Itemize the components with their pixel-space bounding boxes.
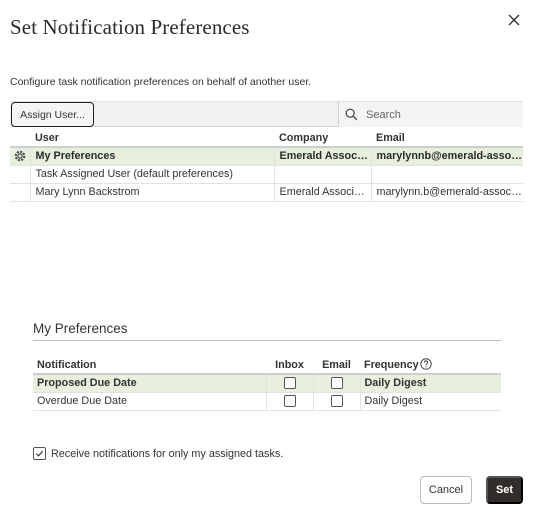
users-header-row: User Company Email — [10, 129, 523, 148]
column-header-company[interactable]: Company — [274, 129, 371, 148]
table-row[interactable]: Mary Lynn Backstrom Emerald Associates m… — [10, 183, 523, 202]
preferences-table: Notification Inbox Email Frequency Propo… — [33, 356, 501, 411]
column-header-user[interactable]: User — [30, 129, 274, 148]
inbox-checkbox[interactable] — [283, 395, 296, 408]
gear-icon — [14, 150, 26, 162]
row-icon-cell — [10, 165, 30, 184]
table-row[interactable]: Overdue Due Date Daily Digest — [33, 392, 501, 411]
dialog-title: Set Notification Preferences — [10, 15, 250, 39]
inbox-cell — [265, 374, 313, 393]
company-cell: Emerald Associates — [273, 147, 371, 166]
email-cell: marylynnb@emerald-associates.com — [370, 147, 523, 166]
email-cell: marylynn.b@emerald-associates.com — [370, 183, 523, 202]
preferences-header-row: Notification Inbox Email Frequency — [33, 356, 501, 375]
column-header-notification: Notification — [33, 356, 266, 375]
notification-cell: Proposed Due Date — [33, 374, 266, 393]
only-assigned-checkbox[interactable] — [33, 447, 46, 460]
table-row[interactable]: Proposed Due Date Daily Digest — [33, 374, 501, 393]
email-checkbox[interactable] — [330, 377, 343, 390]
set-button[interactable]: Set — [486, 476, 523, 504]
checkmark-icon — [35, 450, 44, 457]
frequency-cell[interactable]: Daily Digest — [359, 374, 501, 393]
search-box[interactable] — [338, 102, 523, 127]
notification-cell: Overdue Due Date — [33, 392, 266, 411]
close-button[interactable] — [505, 10, 523, 30]
table-row[interactable]: Task Assigned User (default preferences) — [10, 165, 523, 184]
user-cell: My Preferences — [29, 147, 274, 166]
users-table: User Company Email My Preferences Emeral… — [10, 129, 523, 202]
only-assigned-label: Receive notifications for only my assign… — [51, 447, 284, 460]
search-icon — [345, 108, 359, 122]
frequency-header-label: Frequency — [364, 359, 419, 371]
dialog-description: Configure task notification preferences … — [10, 76, 312, 88]
assign-user-button[interactable]: Assign User... — [11, 102, 94, 127]
column-header-email[interactable]: Email — [371, 129, 523, 148]
email-cell — [312, 392, 360, 411]
preferences-section-title: My Preferences — [33, 321, 128, 336]
frequency-cell[interactable]: Daily Digest — [359, 392, 501, 411]
table-row[interactable]: My Preferences Emerald Associates maryly… — [10, 147, 523, 166]
column-header-inbox: Inbox — [266, 356, 313, 375]
user-cell: Task Assigned User (default preferences) — [29, 165, 274, 184]
section-divider — [33, 340, 501, 341]
users-toolbar: Assign User... — [10, 101, 523, 127]
row-icon-cell — [10, 147, 30, 166]
column-header-email: Email — [313, 356, 360, 375]
email-cell — [370, 165, 523, 184]
user-cell: Mary Lynn Backstrom — [29, 183, 274, 202]
only-assigned-option: Receive notifications for only my assign… — [33, 447, 283, 460]
inbox-checkbox[interactable] — [283, 377, 296, 390]
company-cell: Emerald Associates — [273, 183, 371, 202]
email-cell — [312, 374, 360, 393]
icon-column-header — [10, 129, 30, 148]
help-icon[interactable] — [419, 358, 432, 370]
inbox-cell — [265, 392, 313, 411]
close-icon — [508, 14, 520, 26]
search-input[interactable] — [366, 108, 506, 121]
column-header-frequency: Frequency — [360, 356, 501, 375]
email-checkbox[interactable] — [330, 395, 343, 408]
company-cell — [273, 165, 371, 184]
cancel-button[interactable]: Cancel — [420, 476, 472, 504]
row-icon-cell — [10, 183, 30, 202]
